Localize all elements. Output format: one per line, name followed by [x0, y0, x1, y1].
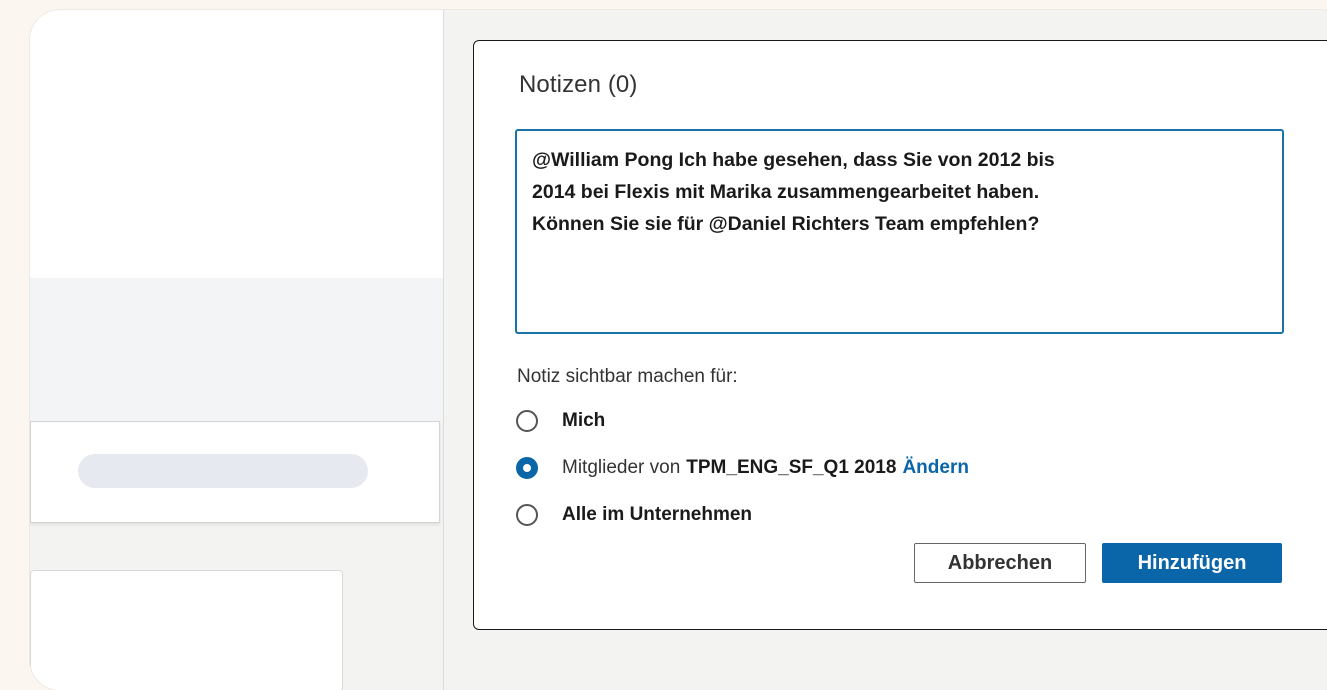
visibility-option-label: Alle im Unternehmen: [562, 504, 753, 525]
change-group-link[interactable]: Ändern: [902, 457, 969, 479]
visibility-option-group[interactable]: Mitglieder von TPM_ENG_SF_Q1 2018 Ändern: [516, 453, 969, 483]
radio-unchecked-icon[interactable]: [516, 504, 538, 526]
visibility-option-company[interactable]: Alle im Unternehmen: [516, 500, 752, 530]
skeleton-placeholder: [78, 454, 368, 488]
radio-unchecked-icon[interactable]: [516, 410, 538, 432]
visibility-option-label: Mich: [562, 410, 606, 431]
cancel-button[interactable]: Abbrechen: [914, 543, 1086, 583]
note-textarea[interactable]: @William Pong Ich habe gesehen, dass Sie…: [515, 129, 1284, 334]
note-actions: Abbrechen Hinzufügen: [914, 543, 1282, 583]
add-note-button[interactable]: Hinzufügen: [1102, 543, 1282, 583]
left-column: [30, 10, 444, 690]
left-section-band: [30, 278, 443, 421]
notes-title: Notizen (0): [519, 71, 638, 98]
visibility-option-group-name: TPM_ENG_SF_Q1 2018: [686, 457, 897, 478]
note-text: @William Pong Ich habe gesehen, dass Sie…: [532, 149, 1055, 235]
visibility-option-me[interactable]: Mich: [516, 406, 605, 436]
left-list-card: [30, 421, 440, 523]
notes-panel: Notizen (0) @William Pong Ich habe geseh…: [473, 40, 1327, 630]
visibility-label: Notiz sichtbar machen für:: [517, 366, 738, 387]
radio-checked-icon[interactable]: [516, 457, 538, 479]
left-bottom-card: [30, 570, 343, 690]
left-top-panel: [30, 10, 443, 278]
visibility-option-prefix: Mitglieder von: [562, 457, 681, 478]
